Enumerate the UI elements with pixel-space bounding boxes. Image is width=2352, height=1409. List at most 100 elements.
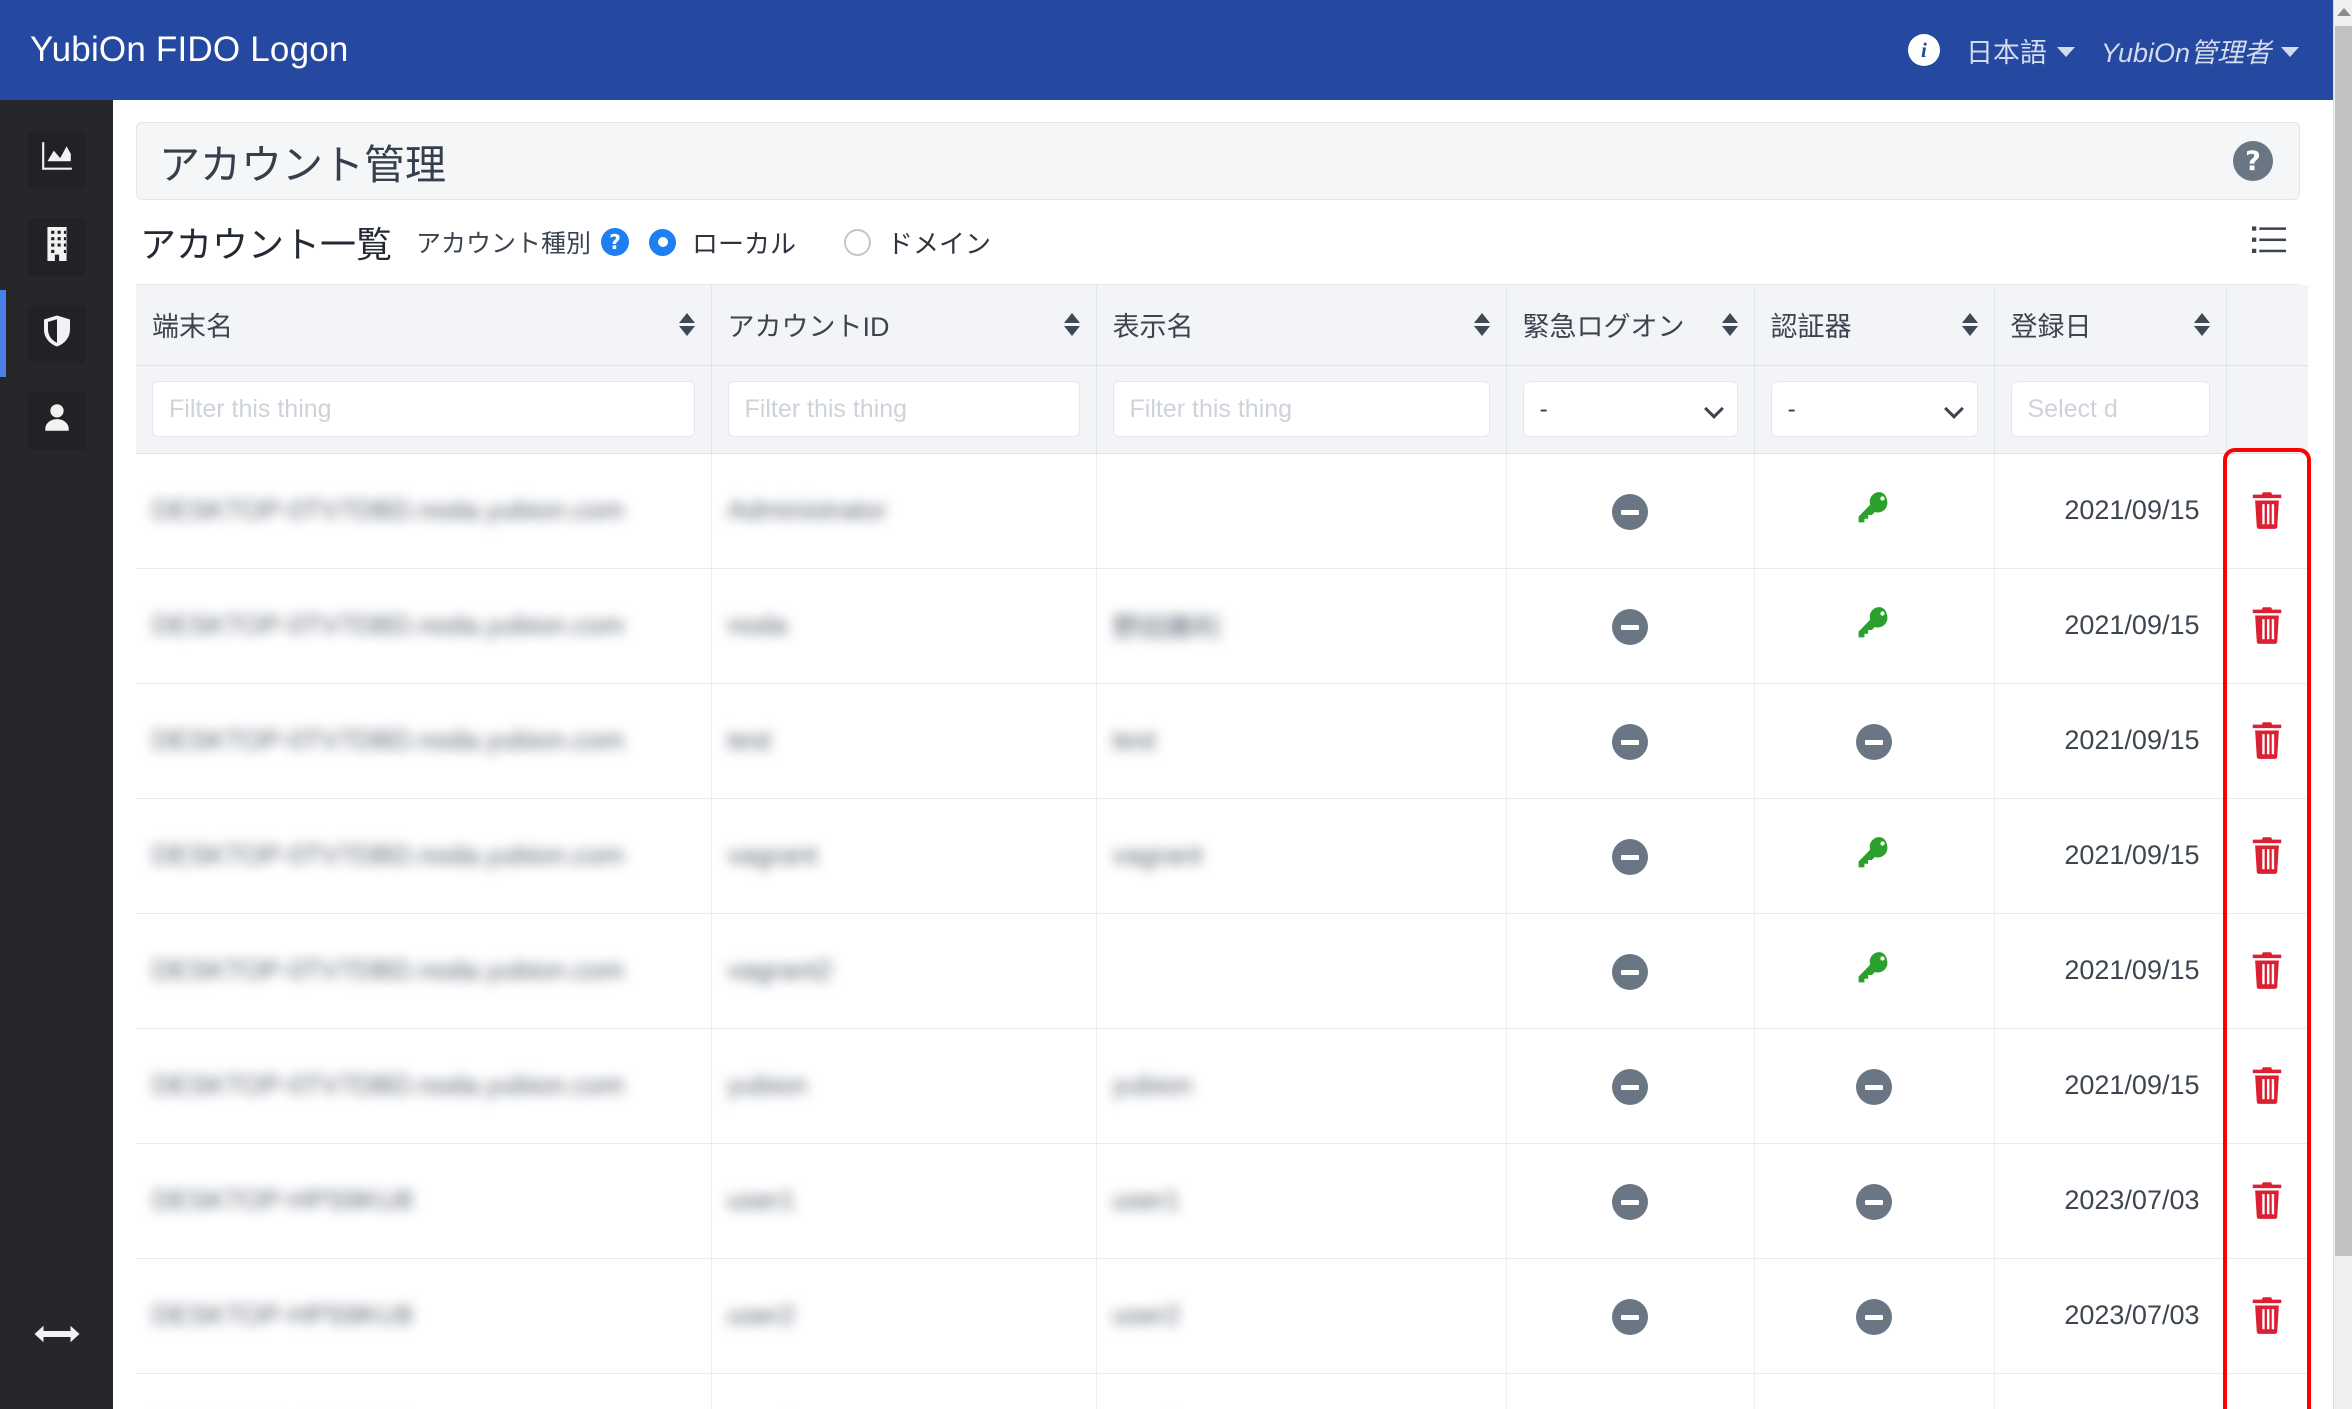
scrollbar-thumb[interactable] (2335, 26, 2352, 1256)
trash-icon[interactable] (2244, 1405, 2290, 1409)
cell-display-name: yubion (1096, 1028, 1507, 1144)
chevron-down-icon (2056, 47, 2075, 57)
user-icon (42, 401, 72, 440)
cell-actions[interactable] (2226, 1258, 2308, 1374)
filter-select-emergency-logon[interactable]: - (1522, 381, 1738, 437)
cell-account-id: yubion (711, 1028, 1097, 1144)
user-menu[interactable]: YubiOn管理者 (2101, 31, 2299, 70)
sort-icon[interactable] (678, 313, 695, 337)
trash-icon[interactable] (2244, 485, 2290, 535)
sidebar-collapse-toggle[interactable] (0, 1301, 113, 1371)
filter-input-display-name[interactable] (1112, 381, 1490, 437)
page-title-card: アカウント管理 ? (136, 122, 2300, 200)
cell-actions[interactable] (2226, 913, 2308, 1029)
trash-icon[interactable] (2244, 830, 2290, 880)
column-header-emergency-logon[interactable]: 緊急ログオン (1506, 285, 1755, 366)
sort-icon[interactable] (1473, 313, 1490, 337)
minus-circle-icon (1612, 1069, 1648, 1106)
table-filter-row: - - (136, 365, 2308, 454)
app-brand[interactable]: YubiOn FIDO Logon (30, 30, 349, 70)
sidebar-item-dashboard[interactable] (0, 116, 113, 203)
cell-actions[interactable] (2226, 453, 2308, 569)
cell-display-name: vagrant (1096, 798, 1507, 914)
cell-actions[interactable] (2226, 568, 2308, 684)
cell-registered-date: 2021/09/15 (1994, 1028, 2227, 1144)
minus-circle-icon (1612, 954, 1648, 991)
sort-icon[interactable] (1961, 313, 1978, 337)
column-header-terminal[interactable]: 端末名 (136, 285, 712, 366)
trash-icon[interactable] (2244, 1175, 2290, 1225)
table-row[interactable]: DESKTOP-0TV7DBD.noda.yubion.com yubion yub… (136, 1028, 2308, 1144)
list-view-button[interactable] (2244, 217, 2294, 268)
page-scrollbar[interactable] (2333, 0, 2352, 1409)
accounts-table-wrapper: 端末名 アカウントID 表示名 緊急ログオン 認証器 登録日 Filter th… (136, 284, 2311, 1409)
filter-input-account-id[interactable] (727, 381, 1080, 437)
minus-circle-icon (1856, 1069, 1892, 1106)
minus-circle-icon (1612, 839, 1648, 876)
cell-actions[interactable] (2226, 1143, 2308, 1259)
help-question-icon[interactable]: ? (601, 228, 630, 256)
column-header-account-id[interactable]: アカウントID (711, 285, 1097, 366)
cell-account-id: user1 (711, 1143, 1097, 1259)
shield-icon (41, 313, 73, 354)
trash-icon[interactable] (2244, 1060, 2290, 1110)
column-label: 登録日 (2010, 312, 2092, 343)
filter-select-authenticator[interactable]: - (1770, 381, 1978, 437)
sort-icon[interactable] (1063, 313, 1080, 337)
cell-authenticator (1754, 1373, 1995, 1409)
filter-input-registered-date[interactable] (2010, 381, 2210, 437)
chevron-down-icon (1943, 399, 1964, 419)
cell-emergency-logon (1506, 798, 1755, 914)
cell-actions[interactable] (2226, 683, 2308, 799)
column-label: 認証器 (1770, 312, 1852, 343)
table-row[interactable]: DESKTOP-HPS9KU8 user2 user2 2023/07/03 (136, 1258, 2308, 1374)
help-circle-icon[interactable]: ? (2233, 141, 2273, 181)
top-navbar: YubiOn FIDO Logon i 日本語 YubiOn管理者 (0, 0, 2333, 100)
table-row[interactable]: DESKTOP-0TV7DBD.noda.yubion.com test test 2… (136, 683, 2308, 799)
column-header-display-name[interactable]: 表示名 (1096, 285, 1507, 366)
trash-icon[interactable] (2244, 715, 2290, 765)
minus-circle-icon (1612, 494, 1648, 531)
sort-icon[interactable] (1721, 313, 1738, 337)
trash-icon[interactable] (2244, 600, 2290, 650)
main-content: アカウント管理 ? アカウント一覧 アカウント種別 ? ローカル ドメイン 端末… (113, 100, 2333, 1409)
radio-local[interactable]: ローカル (649, 224, 796, 261)
table-row[interactable]: DESKTOP-0TV7DBD.noda.yubion.com vagrant2 2… (136, 913, 2308, 1029)
column-label: 緊急ログオン (1522, 312, 1685, 343)
trash-icon[interactable] (2244, 1290, 2290, 1340)
cell-emergency-logon (1506, 568, 1755, 684)
radio-local-input[interactable] (649, 228, 677, 256)
minus-circle-icon (1612, 724, 1648, 761)
cell-actions[interactable] (2226, 798, 2308, 914)
cell-display-name: user1 (1096, 1143, 1507, 1259)
table-row[interactable]: DESKTOP-0TV7DBD.noda.yubion.com vagrant va… (136, 798, 2308, 914)
trash-icon[interactable] (2244, 945, 2290, 995)
table-row[interactable]: DESKTOP-HPS9KU8 user1 user1 2023/07/03 (136, 1143, 2308, 1259)
cell-account-id: user2 (711, 1258, 1097, 1374)
info-circle-icon[interactable]: i (1907, 34, 1940, 66)
scroll-up-arrow-icon[interactable] (2337, 8, 2351, 16)
column-header-registered-date[interactable]: 登録日 (1994, 285, 2227, 366)
sidebar-item-security[interactable] (0, 290, 113, 377)
filter-input-terminal[interactable] (152, 381, 695, 437)
radio-domain-input[interactable] (844, 228, 872, 256)
table-row[interactable]: DESKTOP-HPS9KU8user3user32023/07/03 (136, 1373, 2308, 1409)
chart-area-icon (40, 140, 74, 179)
cell-authenticator (1754, 1143, 1995, 1259)
cell-terminal: DESKTOP-0TV7DBD.noda.yubion.com (136, 453, 712, 569)
cell-terminal: DESKTOP-0TV7DBD.noda.yubion.com (136, 1028, 712, 1144)
sidebar-item-account[interactable] (0, 377, 113, 464)
cell-authenticator (1754, 1028, 1995, 1144)
sidebar-item-organization[interactable] (0, 203, 113, 290)
minus-circle-icon (1612, 1184, 1648, 1221)
cell-actions[interactable] (2226, 1028, 2308, 1144)
cell-actions[interactable] (2226, 1373, 2308, 1409)
table-row[interactable]: DESKTOP-0TV7DBD.noda.yubion.com Administr… (136, 453, 2308, 569)
radio-domain[interactable]: ドメイン (844, 224, 991, 261)
sort-icon[interactable] (2193, 313, 2210, 337)
cell-account-id: vagrant (711, 798, 1097, 914)
column-header-authenticator[interactable]: 認証器 (1754, 285, 1995, 366)
language-menu[interactable]: 日本語 (1966, 31, 2075, 70)
filter-select-value: - (1539, 394, 1548, 423)
table-row[interactable]: DESKTOP-0TV7DBD.noda.yubion.com noda 野田勝利 2… (136, 568, 2308, 684)
